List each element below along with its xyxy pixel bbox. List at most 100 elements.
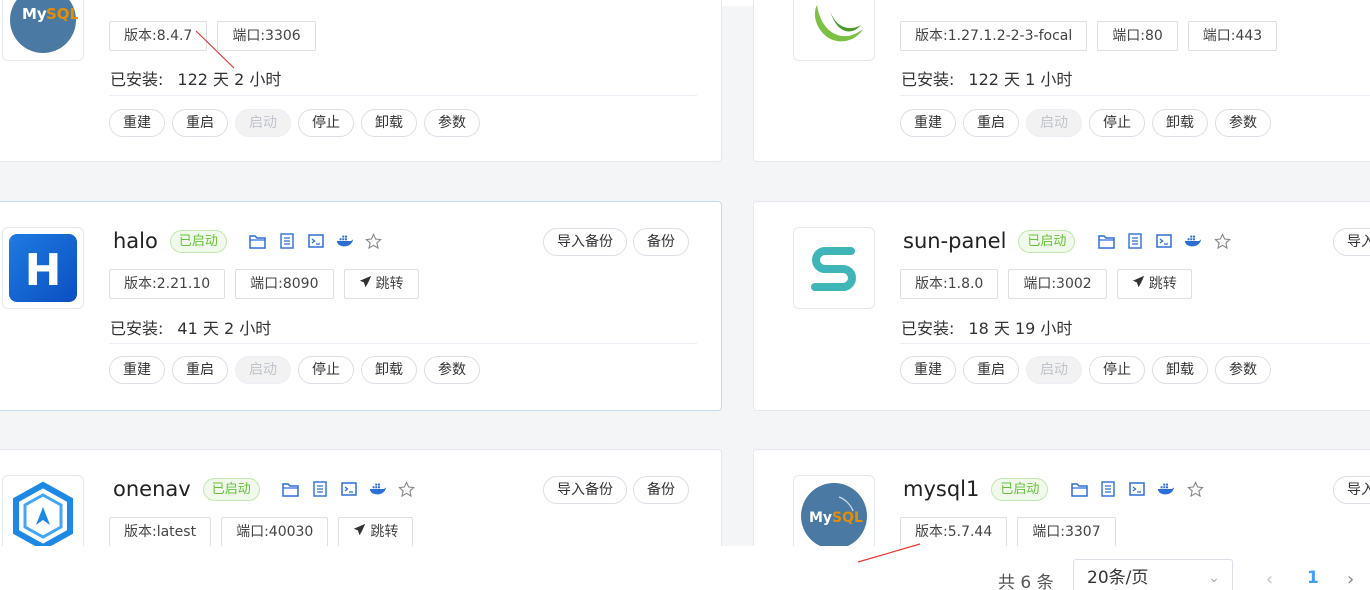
version-tag: 版本:1.27.1.2-2-3-focal — [900, 21, 1088, 51]
svg-text:My: My — [22, 5, 47, 23]
app-name[interactable]: onenav — [113, 477, 191, 501]
docker-icon[interactable] — [336, 232, 354, 250]
terminal-icon[interactable] — [307, 232, 325, 250]
divider — [109, 343, 697, 344]
docker-icon[interactable] — [369, 480, 387, 498]
stop-button[interactable]: 停止 — [298, 356, 354, 384]
start-button[interactable]: 启动 — [1026, 356, 1082, 384]
port-tag: 端口:40030 — [221, 517, 329, 547]
params-button[interactable]: 参数 — [1215, 109, 1271, 137]
app-card-halo: H halo 已启动 导入备份 备份 版本:2.21.10 端口:8090 跳转… — [0, 201, 722, 411]
stop-button[interactable]: 停止 — [1089, 356, 1145, 384]
restart-button[interactable]: 重启 — [963, 356, 1019, 384]
stop-button[interactable]: 停止 — [1089, 109, 1145, 137]
jump-button[interactable]: 跳转 — [343, 269, 419, 299]
app-card-mysql: My SQL 版本:8.4.7 端口:3306 已安装: 122 天 2 小时 重建… — [0, 0, 722, 162]
app-logo-sun-panel — [793, 227, 875, 309]
rebuild-button[interactable]: 重建 — [109, 356, 165, 384]
log-file-icon[interactable] — [278, 232, 296, 250]
start-button[interactable]: 启动 — [235, 109, 291, 137]
app-name[interactable]: halo — [113, 229, 158, 253]
version-tag: 版本:8.4.7 — [109, 21, 208, 51]
start-button[interactable]: 启动 — [1026, 109, 1082, 137]
send-icon — [359, 270, 372, 298]
installed-label: 已安装: — [901, 70, 955, 89]
prev-page-button[interactable]: ‹ — [1266, 569, 1273, 590]
page-size-select[interactable]: 20条/页 ⌄ — [1073, 559, 1233, 590]
backup-button[interactable]: 备份 — [633, 476, 689, 504]
backup-button[interactable]: 备份 — [633, 228, 689, 256]
app-logo-onenav — [2, 475, 84, 557]
port-tag: 端口:443 — [1187, 21, 1278, 51]
installed-duration: 41 天 2 小时 — [177, 319, 272, 338]
docker-icon[interactable] — [1184, 232, 1202, 250]
next-page-button[interactable]: › — [1347, 569, 1354, 590]
restart-button[interactable]: 重启 — [172, 356, 228, 384]
installed-duration: 122 天 2 小时 — [177, 70, 282, 89]
port-tag: 端口:3307 — [1017, 517, 1116, 547]
page-size-value: 20条/页 — [1087, 568, 1149, 588]
installed-duration: 122 天 1 小时 — [968, 70, 1073, 89]
import-backup-button[interactable]: 导入 — [1333, 228, 1370, 256]
import-backup-button[interactable]: 导入 — [1333, 476, 1370, 504]
star-icon[interactable] — [365, 232, 383, 250]
status-badge: 已启动 — [1018, 229, 1076, 253]
app-name[interactable]: sun-panel — [903, 229, 1006, 253]
jump-label: 跳转 — [370, 524, 399, 540]
rebuild-button[interactable]: 重建 — [900, 356, 956, 384]
svg-text:SQL: SQL — [832, 510, 863, 526]
current-page[interactable]: 1 — [1307, 568, 1319, 588]
installed-info: 已安装: 122 天 2 小时 — [110, 66, 281, 90]
app-logo-mysql: My SQL — [2, 0, 84, 61]
send-icon — [353, 518, 366, 546]
params-button[interactable]: 参数 — [424, 109, 480, 137]
jump-button[interactable]: 跳转 — [1116, 269, 1192, 299]
log-file-icon[interactable] — [311, 480, 329, 498]
jump-label: 跳转 — [375, 276, 404, 292]
jump-label: 跳转 — [1148, 276, 1177, 292]
rebuild-button[interactable]: 重建 — [109, 109, 165, 137]
star-icon[interactable] — [398, 480, 416, 498]
params-button[interactable]: 参数 — [1215, 356, 1271, 384]
app-card-openresty: 版本:1.27.1.2-2-3-focal 端口:80 端口:443 已安装: 1… — [753, 0, 1370, 162]
version-tag: 版本:5.7.44 — [900, 517, 1008, 547]
star-icon[interactable] — [1213, 232, 1231, 250]
installed-info: 已安装: 18 天 19 小时 — [901, 315, 1072, 339]
log-file-icon[interactable] — [1099, 480, 1117, 498]
port-tag: 端口:3002 — [1008, 269, 1107, 299]
app-name[interactable]: mysql1 — [903, 477, 979, 501]
params-button[interactable]: 参数 — [424, 356, 480, 384]
installed-label: 已安装: — [901, 319, 955, 338]
import-backup-button[interactable]: 导入备份 — [543, 476, 627, 504]
folder-icon[interactable] — [1097, 232, 1115, 250]
restart-button[interactable]: 重启 — [172, 109, 228, 137]
app-logo-halo: H — [2, 227, 84, 309]
stop-button[interactable]: 停止 — [298, 109, 354, 137]
docker-icon[interactable] — [1157, 480, 1175, 498]
uninstall-button[interactable]: 卸载 — [361, 356, 417, 384]
start-button[interactable]: 启动 — [235, 356, 291, 384]
app-card-sun-panel: sun-panel 已启动 导入 版本:1.8.0 端口:3002 跳转 已安装… — [753, 201, 1370, 411]
uninstall-button[interactable]: 卸载 — [361, 109, 417, 137]
import-backup-button[interactable]: 导入备份 — [543, 228, 627, 256]
port-tag: 端口:80 — [1097, 21, 1178, 51]
uninstall-button[interactable]: 卸载 — [1152, 356, 1208, 384]
installed-label: 已安装: — [110, 70, 164, 89]
folder-icon[interactable] — [282, 480, 300, 498]
terminal-icon[interactable] — [340, 480, 358, 498]
terminal-icon[interactable] — [1128, 480, 1146, 498]
send-icon — [1132, 270, 1145, 298]
rebuild-button[interactable]: 重建 — [900, 109, 956, 137]
svg-text:H: H — [25, 245, 62, 296]
uninstall-button[interactable]: 卸载 — [1152, 109, 1208, 137]
installed-label: 已安装: — [110, 319, 164, 338]
status-badge: 已启动 — [169, 229, 227, 253]
jump-button[interactable]: 跳转 — [338, 517, 414, 547]
version-tag: 版本:latest — [109, 517, 212, 547]
log-file-icon[interactable] — [1126, 232, 1144, 250]
star-icon[interactable] — [1186, 480, 1204, 498]
terminal-icon[interactable] — [1155, 232, 1173, 250]
folder-icon[interactable] — [1070, 480, 1088, 498]
restart-button[interactable]: 重启 — [963, 109, 1019, 137]
folder-icon[interactable] — [249, 232, 267, 250]
